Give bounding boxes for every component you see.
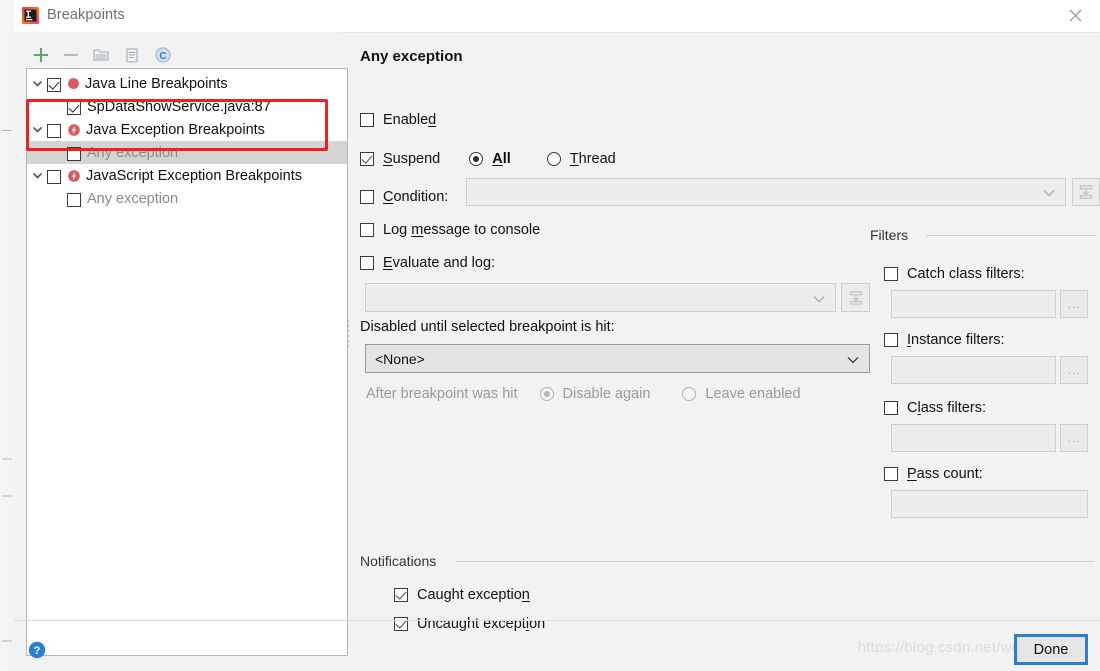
evaluate-and-log-label: Evaluate and log: [383,255,496,271]
breakpoints-tree[interactable]: Java Line Breakpoints SpDataShowService.… [26,68,348,656]
disabled-until-dropdown[interactable]: <None> [365,344,870,373]
caught-exception-checkbox[interactable]: Caught exception [394,587,530,603]
tree-item-checkbox[interactable] [67,190,81,207]
instance-filters-input[interactable] [891,356,1056,384]
tree-item-java-exception-breakpoints[interactable]: Java Exception Breakpoints [27,118,347,141]
tree-item-any-exception-java[interactable]: Any exception [27,141,347,164]
tree-item-javascript-exception-breakpoints[interactable]: JavaScript Exception Breakpoints [27,164,347,187]
leave-enabled-radio[interactable]: Leave enabled [682,386,801,402]
tree-item-spdatashowservice[interactable]: SpDataShowService.java:87 [27,95,347,118]
suspend-all-label: All [492,151,511,167]
notifications-group-line [456,561,1094,562]
window-title: Breakpoints [47,7,125,23]
enabled-label: Enabled [383,112,437,128]
instance-filters-label: Instance filters: [907,332,1005,348]
page-title: Any exception [360,48,463,65]
help-icon[interactable]: ? [28,641,46,659]
intellij-idea-icon [22,7,39,24]
enabled-checkbox[interactable]: Enabled [360,112,436,128]
tree-item-label: Any exception [87,190,179,207]
tree-item-label: Any exception [87,144,179,161]
evaluate-and-log-expand-editor-button[interactable] [841,283,870,312]
plus-icon[interactable] [28,42,54,68]
caught-exception-label: Caught exception [417,587,530,603]
pass-count-input[interactable] [891,490,1088,518]
chevron-down-icon[interactable] [847,351,859,367]
disabled-until-value: <None> [375,350,425,367]
exception-breakpoint-icon [67,169,81,183]
condition-expand-editor-button[interactable] [1072,178,1100,206]
instance-filters-browse-button[interactable]: ... [1060,356,1088,384]
tree-item-java-line-breakpoints[interactable]: Java Line Breakpoints [27,72,347,95]
tree-item-label: JavaScript Exception Breakpoints [86,167,302,184]
instance-filters-checkbox[interactable]: Instance filters: [884,332,1005,348]
chevron-down-icon[interactable] [27,78,47,89]
filters-group-line [926,235,1096,236]
tree-item-any-exception-javascript[interactable]: Any exception [27,187,347,210]
class-filters-label: Class filters: [907,400,986,416]
done-button-label: Done [1033,641,1069,658]
svg-text:C: C [159,51,166,62]
disable-again-label: Disable again [562,386,651,402]
tree-item-checkbox[interactable] [67,98,81,115]
catch-class-filters-input[interactable] [891,290,1056,318]
chevron-down-icon[interactable] [27,124,47,135]
tree-item-label: Java Exception Breakpoints [86,121,265,138]
tree-item-checkbox[interactable] [67,144,81,161]
red-dot-breakpoint-icon [67,77,80,90]
document-icon[interactable] [119,42,145,68]
disable-again-radio[interactable]: Disable again [539,386,651,402]
log-message-checkbox[interactable]: Log message to console [360,222,540,238]
class-filters-input[interactable] [891,424,1056,452]
tree-item-checkbox[interactable] [47,167,61,184]
exception-breakpoint-icon [67,123,81,137]
evaluate-and-log-input[interactable] [365,283,836,312]
after-hit-label: After breakpoint was hit [366,386,518,402]
breakpoint-details-panel: Any exception Enabled Suspend All Thread [346,32,1100,671]
pass-count-checkbox[interactable]: Pass count: [884,466,983,482]
chevron-down-icon[interactable] [27,170,47,181]
condition-input[interactable] [466,178,1066,206]
condition-checkbox[interactable]: Condition: [360,189,448,205]
catch-class-filters-checkbox[interactable]: Catch class filters: [884,266,1025,282]
close-icon[interactable] [1054,0,1100,32]
chevron-down-icon[interactable] [1043,184,1055,200]
disabled-until-label: Disabled until selected breakpoint is hi… [360,319,615,335]
filters-group-label: Filters [870,227,917,243]
class-filters-browse-button[interactable]: ... [1060,424,1088,452]
suspend-thread-label: Thread [569,151,616,167]
svg-text:?: ? [34,645,41,657]
class-filters-checkbox[interactable]: Class filters: [884,400,986,416]
desktop-background-strip [0,0,15,671]
tree-item-checkbox[interactable] [47,121,61,138]
c-circle-icon[interactable]: C [150,42,176,68]
suspend-checkbox[interactable]: Suspend [360,151,440,167]
done-button[interactable]: Done [1014,634,1088,665]
tree-item-checkbox[interactable] [47,75,61,92]
notifications-group-label: Notifications [360,553,445,569]
tree-item-label: SpDataShowService.java:87 [87,98,271,115]
evaluate-and-log-checkbox[interactable]: Evaluate and log: [360,255,495,271]
chevron-down-icon[interactable] [813,290,825,306]
leave-enabled-label: Leave enabled [705,386,801,402]
pass-count-label: Pass count: [907,466,983,482]
breakpoints-dialog: Breakpoints C Java Line Breakpoints SpDa… [14,0,1100,671]
suspend-label: Suspend [383,151,441,167]
minus-icon[interactable] [58,42,84,68]
breakpoints-tree-panel: C Java Line Breakpoints SpDataShowServic… [14,32,348,671]
tree-toolbar: C [14,42,339,70]
folder-icon[interactable] [88,42,114,68]
condition-label: Condition: [383,189,449,205]
catch-class-filters-label: Catch class filters: [907,266,1025,282]
uncaught-exception-checkbox[interactable]: Uncaught exception [394,616,545,632]
suspend-all-radio[interactable]: All [469,151,511,167]
uncaught-exception-label: Uncaught exception [417,616,546,632]
catch-class-filters-browse-button[interactable]: ... [1060,290,1088,318]
suspend-thread-radio[interactable]: Thread [546,151,616,167]
dialog-footer: ? Done [28,634,1100,671]
title-bar: Breakpoints [14,0,1100,33]
tree-item-label: Java Line Breakpoints [85,75,228,92]
log-message-label: Log message to console [383,222,541,238]
footer-divider [14,620,1100,621]
